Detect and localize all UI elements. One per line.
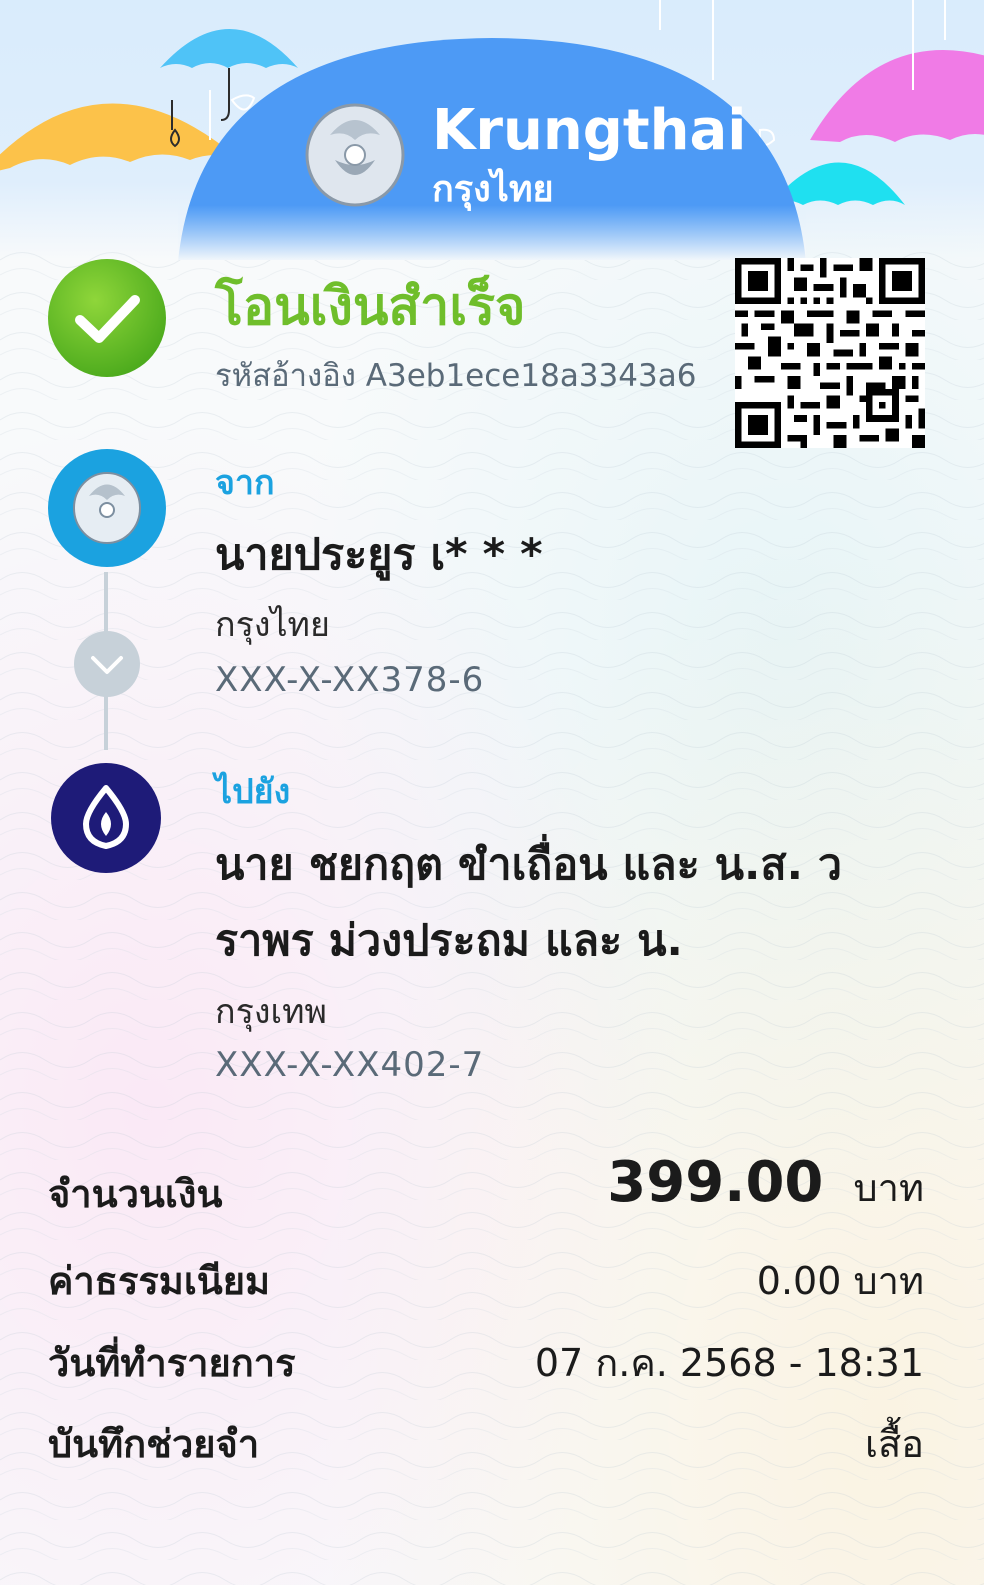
header-banner: Krungthai กรุงไทย <box>0 0 984 260</box>
date-value: 07 ก.ค. 2568 - 18:31 <box>534 1341 924 1385</box>
from-account: XXX-X-XX378-6 <box>215 660 485 700</box>
fee-value: 0.00 บาท <box>756 1259 924 1303</box>
amount-row-value: 399.00 บาท <box>607 1150 924 1218</box>
date-label: วันที่ทำรายการ <box>48 1341 296 1385</box>
bangkok-bank-logo-icon <box>51 763 161 873</box>
from-name: นายประยูร เ* * * <box>215 530 543 580</box>
from-label: จาก <box>215 463 275 503</box>
chevron-down-icon[interactable] <box>73 630 141 698</box>
to-account: XXX-X-XX402-7 <box>215 1045 485 1085</box>
amount-unit: บาท <box>853 1166 924 1210</box>
memo-label: บันทึกช่วยจำ <box>48 1422 260 1466</box>
qr-code-icon[interactable] <box>735 258 925 448</box>
check-circle-icon <box>48 259 166 377</box>
brand-name-th: กรุงไทย <box>432 169 554 210</box>
amount-value: 399.00 <box>607 1150 824 1215</box>
reference-code: รหัสอ้างอิง A3eb1ece18a3343a6 <box>215 358 697 394</box>
from-bank: กรุงไทย <box>215 605 330 645</box>
fee-label: ค่าธรรมเนียม <box>48 1259 271 1303</box>
to-label: ไปยัง <box>215 772 291 812</box>
krungthai-bird-icon <box>305 103 405 207</box>
to-bank: กรุงเทพ <box>215 992 327 1032</box>
amount-label: จำนวนเงิน <box>48 1172 223 1216</box>
brand-name-en: Krungthai <box>432 98 747 163</box>
to-name-line2: ราพร ม่วงประถม และ น. <box>215 916 683 966</box>
to-name-line1: นาย ชยกฤต ขำเถื่อน และ น.ส. ว <box>215 840 843 890</box>
krungthai-logo-icon <box>48 449 166 567</box>
memo-value: เสื้อ <box>864 1422 924 1466</box>
status-title: โอนเงินสำเร็จ <box>215 277 526 337</box>
